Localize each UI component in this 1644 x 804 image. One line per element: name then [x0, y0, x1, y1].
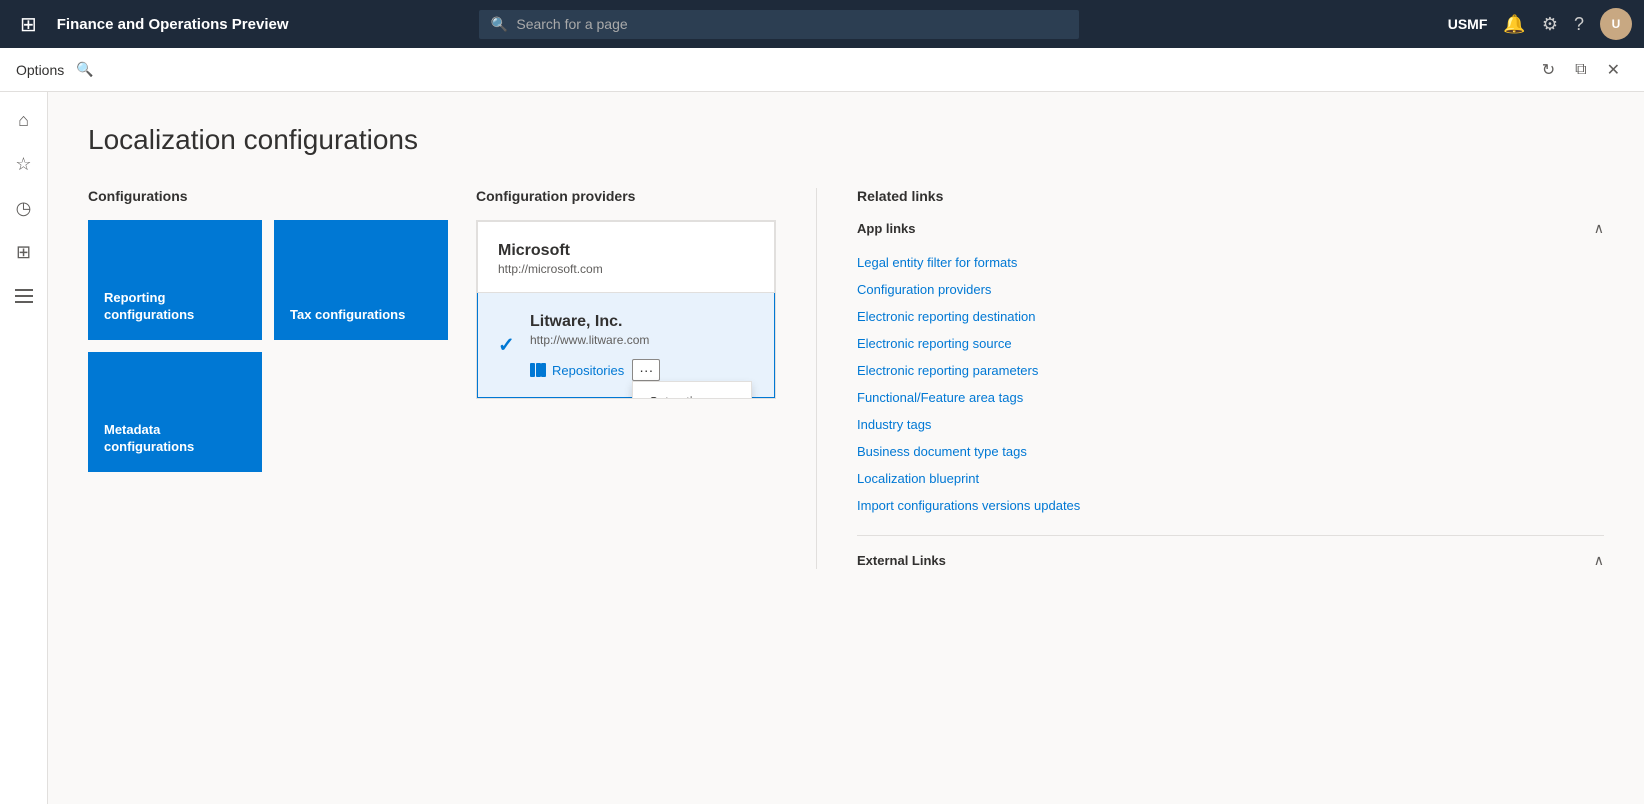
- sidebar-item-favorites[interactable]: ☆: [4, 144, 44, 184]
- related-links-column: Related links App links ∧ Legal entity f…: [816, 188, 1604, 569]
- bell-icon[interactable]: 🔔: [1503, 14, 1525, 35]
- external-links-toggle[interactable]: ∧: [1594, 552, 1604, 569]
- options-bar: Options 🔍 ↻ ⧉ ✕: [0, 48, 1644, 92]
- restore-button[interactable]: ⧉: [1567, 56, 1594, 84]
- reporting-tile[interactable]: Reporting configurations: [88, 220, 262, 340]
- tax-tile[interactable]: Tax configurations: [274, 220, 448, 340]
- provider-footer-litware: Repositories ··· Set active: [530, 359, 754, 381]
- providers-scroll[interactable]: Microsoft http://microsoft.com ✓ Litware…: [476, 220, 776, 399]
- top-nav: ⊞ Finance and Operations Preview 🔍 USMF …: [0, 0, 1644, 48]
- sidebar-item-recent[interactable]: ◷: [4, 188, 44, 228]
- window-controls: ↻ ⧉ ✕: [1534, 56, 1628, 84]
- related-link-functional-tags[interactable]: Functional/Feature area tags: [857, 384, 1604, 411]
- provider-name-litware: Litware, Inc.: [530, 313, 754, 331]
- related-link-er-destination[interactable]: Electronic reporting destination: [857, 303, 1604, 330]
- content-area: Localization configurations Configuratio…: [48, 92, 1644, 804]
- external-links-label: External Links: [857, 553, 946, 568]
- app-links-list: Legal entity filter for formats Configur…: [857, 249, 1604, 519]
- related-link-er-source[interactable]: Electronic reporting source: [857, 330, 1604, 357]
- provider-info-microsoft: Microsoft http://microsoft.com: [498, 242, 754, 276]
- sidebar-item-modules[interactable]: [4, 276, 44, 316]
- options-label: Options: [16, 62, 64, 78]
- search-bar: 🔍: [479, 10, 1079, 39]
- related-link-legal-entity[interactable]: Legal entity filter for formats: [857, 249, 1604, 276]
- app-links-label: App links: [857, 221, 916, 236]
- metadata-tile[interactable]: Metadata configurations: [88, 352, 262, 472]
- related-link-localization-blueprint[interactable]: Localization blueprint: [857, 465, 1604, 492]
- search-input[interactable]: [516, 16, 1067, 32]
- gear-icon[interactable]: ⚙: [1542, 14, 1558, 35]
- repositories-icon: [530, 363, 546, 377]
- providers-column: Configuration providers Microsoft http:/…: [476, 188, 776, 399]
- providers-col-title: Configuration providers: [476, 188, 776, 204]
- section-divider: [857, 535, 1604, 536]
- config-tiles-grid: Reporting configurations Tax configurati…: [88, 220, 448, 472]
- help-icon[interactable]: ?: [1574, 14, 1584, 35]
- options-search-icon[interactable]: 🔍: [76, 61, 93, 78]
- provider-name-microsoft: Microsoft: [498, 242, 754, 260]
- page-title: Localization configurations: [88, 124, 1604, 156]
- set-active-item[interactable]: Set active: [633, 386, 751, 399]
- repositories-link[interactable]: Repositories: [530, 363, 624, 378]
- provider-url-microsoft: http://microsoft.com: [498, 262, 754, 276]
- grid-icon[interactable]: ⊞: [12, 8, 45, 41]
- sidebar-item-workspaces[interactable]: ⊞: [4, 232, 44, 272]
- related-link-industry-tags[interactable]: Industry tags: [857, 411, 1604, 438]
- app-links-toggle[interactable]: ∧: [1594, 220, 1604, 237]
- related-links-title: Related links: [857, 188, 1604, 204]
- active-check-icon: ✓: [498, 333, 515, 358]
- close-button[interactable]: ✕: [1599, 56, 1628, 84]
- provider-url-litware: http://www.litware.com: [530, 333, 754, 347]
- sidebar-item-home[interactable]: ⌂: [4, 100, 44, 140]
- provider-card-microsoft: Microsoft http://microsoft.com: [477, 221, 775, 293]
- provider-info-litware: Litware, Inc. http://www.litware.com: [530, 313, 754, 381]
- configurations-column: Configurations Reporting configurations …: [88, 188, 448, 472]
- provider-card-litware: ✓ Litware, Inc. http://www.litware.com: [477, 293, 775, 398]
- company-label: USMF: [1448, 16, 1488, 32]
- related-link-business-doc-tags[interactable]: Business document type tags: [857, 438, 1604, 465]
- app-title: Finance and Operations Preview: [57, 16, 289, 33]
- app-links-header: App links ∧: [857, 220, 1604, 237]
- configurations-col-title: Configurations: [88, 188, 448, 204]
- more-options-dropdown: Set active: [632, 381, 752, 399]
- top-nav-right: USMF 🔔 ⚙ ? U: [1448, 8, 1632, 40]
- related-link-import-configs[interactable]: Import configurations versions updates: [857, 492, 1604, 519]
- more-options-button[interactable]: ···: [632, 359, 660, 381]
- external-links-header: External Links ∧: [857, 552, 1604, 569]
- left-sidebar: ⌂ ☆ ◷ ⊞: [0, 92, 48, 804]
- refresh-button[interactable]: ↻: [1534, 56, 1563, 84]
- avatar[interactable]: U: [1600, 8, 1632, 40]
- related-link-er-parameters[interactable]: Electronic reporting parameters: [857, 357, 1604, 384]
- three-col-layout: Configurations Reporting configurations …: [88, 188, 1604, 569]
- more-btn-container: ··· Set active: [632, 359, 660, 381]
- main-layout: ⌂ ☆ ◷ ⊞ Localization configurations Conf…: [0, 92, 1644, 804]
- search-icon: 🔍: [491, 16, 508, 33]
- related-link-config-providers[interactable]: Configuration providers: [857, 276, 1604, 303]
